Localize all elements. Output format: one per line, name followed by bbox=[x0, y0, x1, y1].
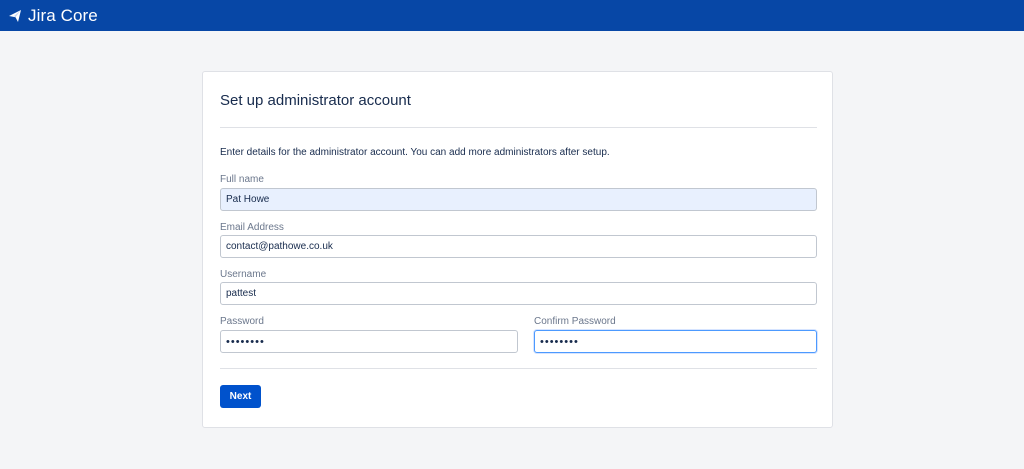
top-navigation-bar: Jira Core bbox=[0, 0, 1024, 31]
password-label: Password bbox=[220, 316, 264, 327]
full-name-label: Full name bbox=[220, 174, 264, 185]
product-name: Jira Core bbox=[28, 5, 98, 25]
confirm-password-label: Confirm Password bbox=[534, 316, 616, 327]
full-name-input[interactable] bbox=[220, 188, 817, 211]
jira-arrow-icon bbox=[9, 9, 21, 22]
username-input[interactable] bbox=[220, 282, 817, 305]
confirm-password-input[interactable] bbox=[534, 330, 817, 353]
intro-text: Enter details for the administrator acco… bbox=[220, 147, 610, 158]
next-button[interactable]: Next bbox=[220, 385, 261, 408]
password-input[interactable] bbox=[220, 330, 518, 353]
setup-admin-card: Set up administrator account Enter detai… bbox=[202, 71, 833, 428]
email-input[interactable] bbox=[220, 235, 817, 258]
username-label: Username bbox=[220, 269, 267, 280]
actions-divider bbox=[220, 368, 817, 369]
email-label: Email Address bbox=[220, 222, 284, 233]
jira-core-logo[interactable]: Jira Core bbox=[8, 6, 98, 26]
page-title: Set up administrator account bbox=[220, 92, 411, 109]
title-divider bbox=[220, 127, 817, 128]
